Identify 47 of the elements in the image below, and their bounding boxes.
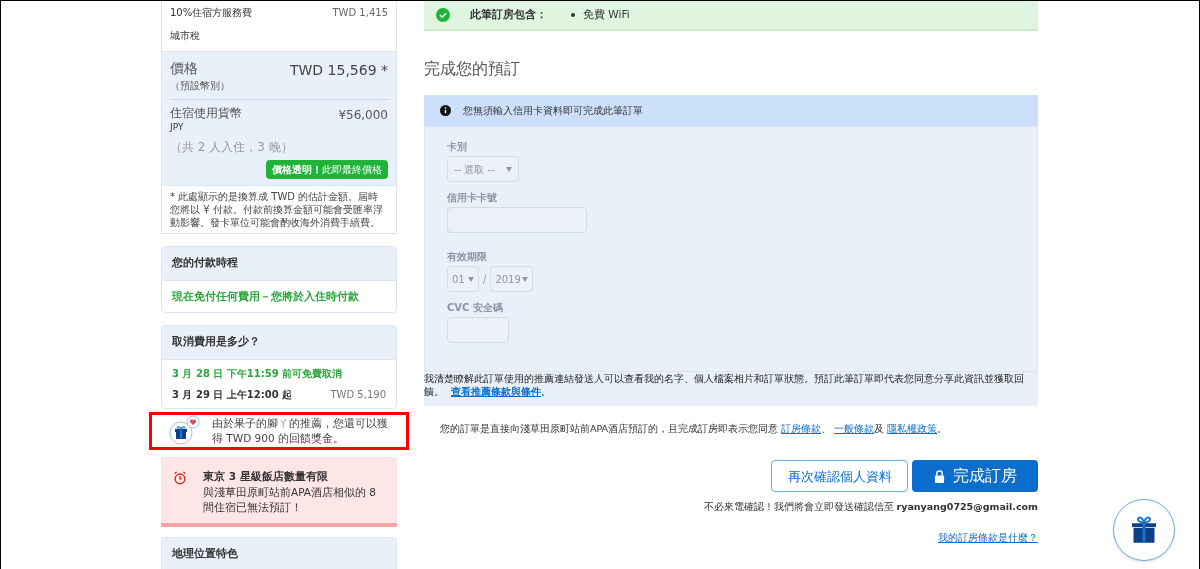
bullet-icon (571, 13, 575, 17)
alert-title: 東京 3 星級飯店數量有限 (203, 468, 329, 484)
price-amount: TWD 15,569 * (289, 61, 388, 80)
currency-code: JPY (170, 120, 185, 134)
gift-bubble-icon (168, 414, 200, 447)
expiry-separator: / (483, 272, 487, 287)
card-header: 地理位置特色 (162, 537, 396, 569)
price-badge: 價格透明！此即最終價格 (266, 160, 388, 179)
referral-text: 由於果子的腳ㄚ的推薦，您還可以獲得 TWD 900 的回饋獎金。 (212, 415, 389, 446)
terms-link[interactable]: 一般條款 (834, 423, 875, 434)
complete-booking-button[interactable]: 完成訂房 (912, 460, 1038, 493)
cancellation-fee: TWD 5,190 (330, 387, 386, 402)
section-heading: 完成您的預訂 (424, 58, 521, 80)
included-item: 免費 WiFi (583, 7, 630, 23)
currency-note: * 此處顯示的是換算成 TWD 的估計金額。屆時您將以 ¥ 付款。付款前換算金額可能會受匯率浮動影響。發卡單位可能會酌收海外消費手續費。 (169, 190, 384, 230)
caret-icon (468, 276, 474, 282)
price-label: 價格 (170, 60, 199, 78)
currency-label: 住宿使用貨幣 (170, 105, 242, 121)
caret-icon (522, 276, 529, 282)
cancellation-date: 3 月 28 日 下午11:59 前可免費取消 (172, 366, 343, 381)
info-icon (440, 105, 451, 116)
payment-text: 現在免付任何費用－您將於入住時付款 (171, 288, 360, 304)
card-type-label: 卡別 (447, 140, 468, 154)
referral-consent-text: 我清楚瞭解此訂單使用的推薦連結發送人可以查看我的名字、個人檔案相片和訂單狀態。預訂此筆訂單即代表您同意分享此資訊並獲取回饋。 查看推薦條款與條件。 (424, 372, 1038, 406)
price-sublabel: （預設幣別） (170, 78, 230, 93)
terms-text: 您的訂單是直接向淺草田原町站前APA酒店預訂的，且完成訂房即表示您同意 訂房條款、 一般條款及 隱私權政策。 (439, 422, 949, 436)
fee-label: 10%住宿方服務費 (170, 6, 253, 20)
guests-text: （共 2 人入住，3 晚） (170, 139, 294, 156)
cancellation-date: 3 月 29 日 上午12:00 起 (172, 387, 293, 402)
check-circle-icon (436, 8, 450, 22)
fee-label: 城市稅 (170, 29, 200, 43)
booking-terms-link[interactable]: 我的訂房條款是什麼？ (938, 530, 1038, 545)
cvc-label: CVC 安全碼 (447, 301, 504, 315)
card-header: 您的付款時程 (162, 247, 396, 281)
fee-amount: TWD 1,415 (332, 6, 388, 20)
local-amount: ¥56,000 (338, 106, 388, 124)
includes-label: 此筆訂房包含： (470, 7, 547, 23)
lock-icon (933, 469, 945, 483)
confirmation-text: 不必來電確認！我們將會立即發送確認信至 ryanyang0725@gmail.com (702, 500, 1038, 515)
caret-icon (506, 166, 512, 172)
info-text: 您無須輸入信用卡資料即可完成此筆訂單 (463, 104, 643, 118)
card-header: 取消費用是多少？ (162, 326, 396, 360)
alarm-clock-icon (173, 470, 187, 485)
card-number-label: 信用卡卡號 (447, 191, 498, 205)
review-details-button[interactable]: 再次確認個人資料 (771, 460, 908, 493)
alert-text: 與淺草田原町站前APA酒店相似的 8 間住宿已無法預訂！ (203, 484, 378, 515)
expiry-label: 有效期限 (447, 250, 488, 264)
